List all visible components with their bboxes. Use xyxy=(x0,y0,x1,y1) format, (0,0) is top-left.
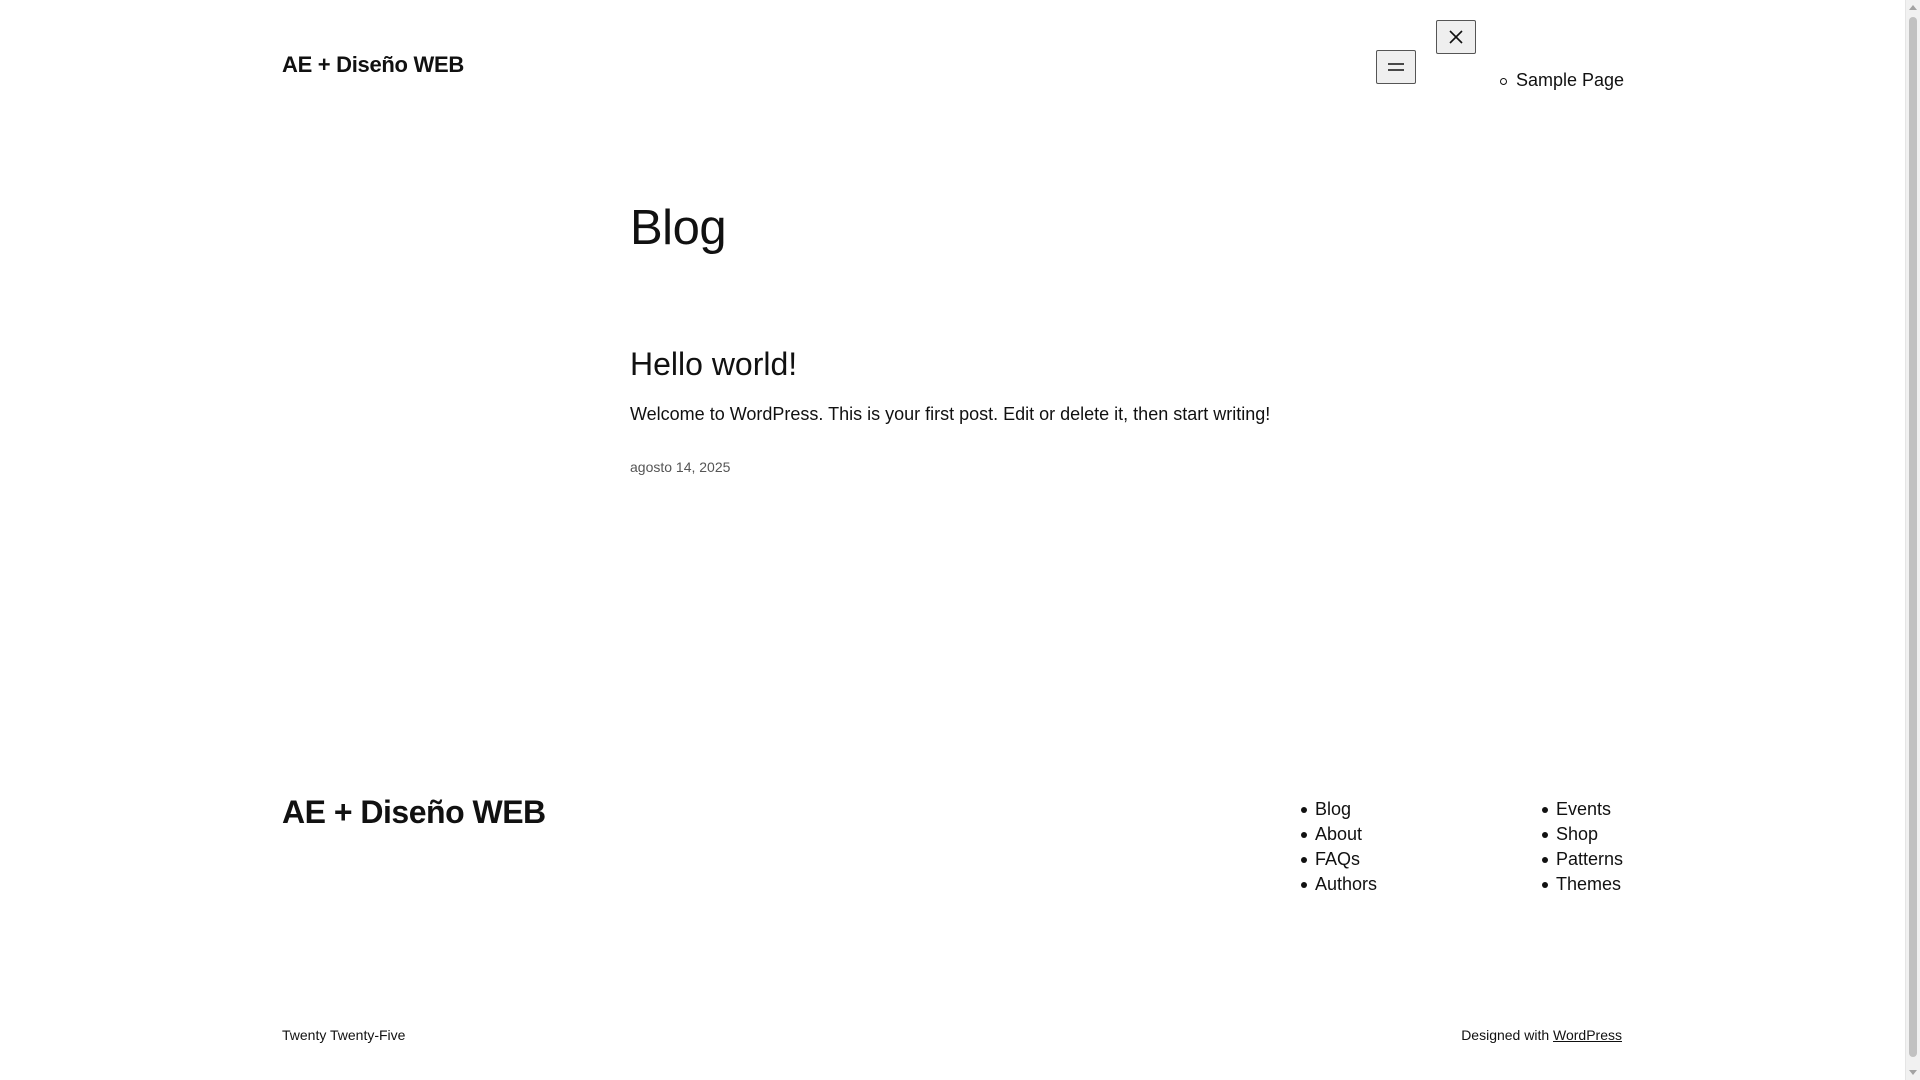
footer-nav-item-authors[interactable]: Authors xyxy=(1301,872,1378,897)
open-menu-button[interactable] xyxy=(1376,50,1416,84)
footer-nav-item-patterns[interactable]: Patterns xyxy=(1542,847,1624,872)
bullet-icon xyxy=(1542,832,1548,838)
bullet-icon xyxy=(1301,807,1307,813)
footer-nav-item-label: About xyxy=(1315,824,1363,844)
vertical-scrollbar[interactable] xyxy=(1905,0,1920,1080)
bullet-icon xyxy=(1301,882,1307,888)
post-title[interactable]: Hello world! xyxy=(630,346,797,383)
overlay-menu-item-sample-page[interactable]: Sample Page xyxy=(1500,70,1625,91)
page-title: Blog xyxy=(630,201,727,255)
wordpress-link[interactable]: WordPress xyxy=(1553,1027,1622,1043)
footer-nav-item-label: Events xyxy=(1556,799,1612,819)
site-title[interactable]: AE + Diseño WEB xyxy=(282,52,464,78)
footer-nav-item-label: Authors xyxy=(1315,874,1378,894)
footer-nav-item-blog[interactable]: Blog xyxy=(1301,797,1377,822)
bullet-icon xyxy=(1301,832,1307,838)
scroll-down-arrow-icon[interactable] xyxy=(1909,1070,1917,1075)
credit-prefix: Designed with xyxy=(1461,1027,1554,1043)
footer-site-title[interactable]: AE + Diseño WEB xyxy=(282,794,546,831)
scroll-up-arrow-icon[interactable] xyxy=(1909,5,1917,10)
footer-nav-item-events[interactable]: Events xyxy=(1542,797,1623,822)
scrollbar-thumb[interactable] xyxy=(1909,17,1917,1057)
footer-nav-item-label: Shop xyxy=(1556,824,1599,844)
bullet-icon xyxy=(1542,857,1548,863)
footer-nav-item-faqs[interactable]: FAQs xyxy=(1301,847,1377,872)
bullet-icon xyxy=(1542,882,1548,888)
footer-nav-item-shop[interactable]: Shop xyxy=(1542,822,1623,847)
designed-with-credit: Designed with WordPress xyxy=(1461,1027,1622,1043)
footer-nav-item-label: Blog xyxy=(1315,799,1352,819)
footer-nav-item-about[interactable]: About xyxy=(1301,822,1377,847)
footer-nav-item-label: Themes xyxy=(1556,874,1622,894)
footer-nav-item-label: Patterns xyxy=(1556,849,1624,869)
footer-nav-column-1: Blog About FAQs Authors xyxy=(1301,797,1378,897)
post-excerpt: Welcome to WordPress. This is your first… xyxy=(630,404,1271,424)
overlay-menu-item-label: Sample Page xyxy=(1516,70,1625,90)
overlay-menu: Sample Page xyxy=(1500,70,1625,91)
post-date: agosto 14, 2025 xyxy=(630,459,731,475)
close-icon xyxy=(1449,30,1463,44)
bullet-icon xyxy=(1301,857,1307,863)
bullet-icon xyxy=(1500,78,1507,85)
footer-nav-item-label: FAQs xyxy=(1315,849,1361,869)
hamburger-icon xyxy=(1388,63,1404,71)
footer-nav-item-themes[interactable]: Themes xyxy=(1542,872,1623,897)
theme-credit: Twenty Twenty-Five xyxy=(282,1027,406,1043)
close-menu-button[interactable] xyxy=(1436,20,1476,54)
footer-nav-column-2: Events Shop Patterns Themes xyxy=(1542,797,1624,897)
bullet-icon xyxy=(1542,807,1548,813)
